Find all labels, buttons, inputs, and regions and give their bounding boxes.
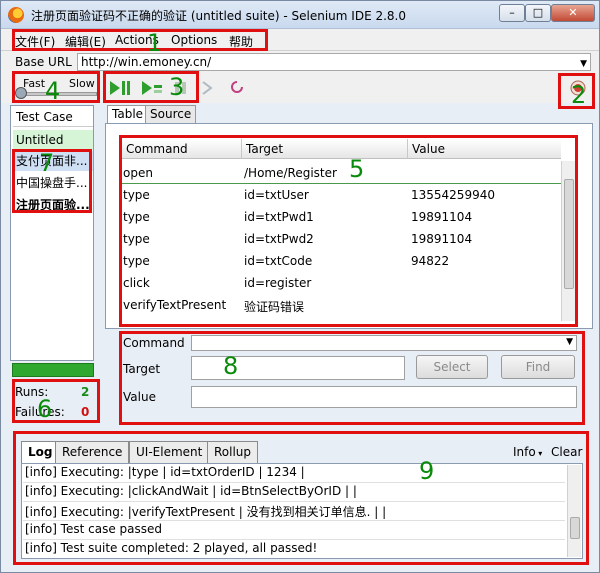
command-label: Command (123, 336, 185, 350)
row-command[interactable]: type (123, 188, 150, 202)
annotation-number: 9 (419, 457, 435, 485)
row-value[interactable]: 19891104 (411, 210, 472, 224)
value-label: Value (123, 390, 156, 404)
row-command[interactable]: open (123, 166, 153, 180)
annotation-number: 3 (169, 73, 185, 101)
menu-help[interactable]: 帮助 (229, 33, 253, 50)
tab-log[interactable]: Log (21, 441, 60, 463)
play-test-icon[interactable] (141, 80, 165, 96)
log-line: [info] Test case passed (25, 522, 163, 536)
test-case-header: Test Case (13, 107, 93, 127)
column-target[interactable]: Target (246, 142, 283, 156)
maximize-button[interactable]: □ (525, 4, 551, 22)
tab-table[interactable]: Table (107, 105, 149, 123)
clear-log-button[interactable]: Clear (551, 445, 582, 459)
row-command[interactable]: click (123, 276, 150, 290)
log-line: [info] Executing: |clickAndWait | id=Btn… (25, 484, 357, 498)
log-line: [info] Test suite completed: 2 played, a… (25, 541, 318, 555)
row-value[interactable]: 13554259940 (411, 188, 495, 202)
log-line: [info] Executing: |verifyTextPresent | 没… (25, 505, 387, 519)
row-value[interactable]: 94822 (411, 254, 449, 268)
rollup-icon[interactable] (229, 79, 245, 97)
row-command[interactable]: type (123, 210, 150, 224)
row-command[interactable]: type (123, 254, 150, 268)
value-input[interactable] (191, 386, 577, 408)
target-label: Target (123, 362, 161, 376)
chevron-down-icon[interactable]: ▼ (580, 59, 587, 69)
play-suite-icon[interactable] (109, 80, 133, 96)
menu-options[interactable]: Options (171, 33, 217, 47)
speed-slow-label: Slow (69, 77, 95, 90)
tab-ui-element[interactable]: UI-Element (129, 441, 210, 463)
annotation-number: 4 (45, 77, 61, 105)
row-command[interactable]: verifyTextPresent (123, 298, 226, 312)
menu-edit[interactable]: 编辑(E) (65, 33, 106, 50)
select-button[interactable]: Select (416, 355, 488, 379)
menu-file[interactable]: 文件(F) (15, 33, 55, 50)
log-level-menu[interactable]: Info ▾ (513, 445, 542, 459)
row-target[interactable]: id=txtCode (244, 254, 312, 268)
base-url-label: Base URL (15, 55, 72, 69)
column-command[interactable]: Command (126, 142, 188, 156)
toolbar: Fast Slow (1, 73, 599, 103)
annotation-number: 6 (37, 395, 53, 423)
find-button[interactable]: Find (501, 355, 575, 379)
row-target[interactable]: id=txtPwd1 (244, 210, 314, 224)
column-value[interactable]: Value (412, 142, 445, 156)
title-bar: 注册页面验证码不正确的验证 (untitled suite) - Seleniu… (1, 1, 599, 29)
progress-bar (12, 363, 94, 377)
tab-source[interactable]: Source (145, 105, 197, 123)
command-table-scrollbar[interactable] (561, 161, 575, 321)
log-level-label: Info (513, 445, 536, 459)
row-target[interactable]: /Home/Register (244, 166, 337, 180)
chevron-down-icon[interactable]: ▼ (566, 337, 573, 347)
row-command[interactable]: type (123, 232, 150, 246)
failures-count: 0 (81, 405, 90, 419)
log-line: [info] Executing: |type | id=txtOrderID … (25, 465, 305, 479)
row-target[interactable]: 验证码错误 (244, 298, 304, 315)
runs-count: 2 (81, 385, 90, 399)
test-case-item[interactable]: 注册页面验... (13, 195, 93, 215)
firefox-icon (8, 7, 24, 23)
tab-rollup[interactable]: Rollup (207, 441, 259, 463)
log-scrollbar[interactable] (567, 465, 581, 557)
annotation-number: 2 (571, 81, 587, 109)
test-case-panel: Test Case Untitled 支付页面非... 中国操盘手... 注册页… (10, 105, 94, 361)
row-value[interactable]: 19891104 (411, 232, 472, 246)
selenium-ide-window: 注册页面验证码不正确的验证 (untitled suite) - Seleniu… (0, 0, 600, 573)
window-title: 注册页面验证码不正确的验证 (untitled suite) - Seleniu… (31, 9, 406, 23)
scroll-thumb[interactable] (570, 517, 580, 539)
row-target[interactable]: id=txtPwd2 (244, 232, 314, 246)
menu-bar: 文件(F) 编辑(E) Actions Options 帮助 (1, 29, 599, 51)
close-button[interactable]: ✕ (551, 4, 595, 22)
command-input[interactable]: ▼ (191, 335, 577, 351)
current-row-divider (121, 183, 561, 184)
row-target[interactable]: id=txtUser (244, 188, 309, 202)
annotation-number: 5 (349, 155, 365, 183)
speed-fast-label: Fast (23, 77, 46, 90)
base-url-row: Base URL http://win.emoney.cn/ ▼ (1, 51, 599, 73)
annotation-number: 7 (39, 149, 55, 177)
annotation-number: 1 (147, 29, 163, 57)
annotation-number: 8 (223, 352, 239, 380)
speed-knob[interactable] (15, 87, 27, 99)
scroll-thumb[interactable] (564, 179, 574, 289)
step-icon[interactable] (201, 80, 215, 96)
base-url-value: http://win.emoney.cn/ (81, 55, 212, 69)
row-target[interactable]: id=register (244, 276, 311, 290)
minimize-button[interactable]: – (499, 4, 525, 22)
tab-reference[interactable]: Reference (55, 441, 130, 463)
test-case-item[interactable]: Untitled (13, 130, 93, 150)
